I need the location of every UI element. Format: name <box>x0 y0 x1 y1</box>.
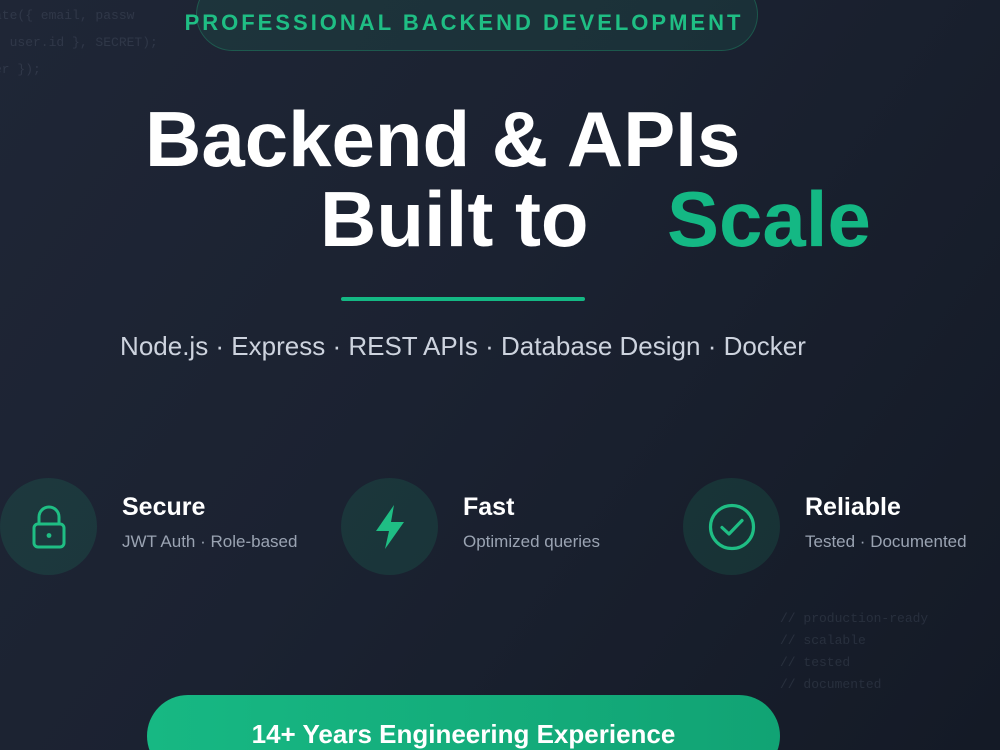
feature-subtitle: Optimized queries <box>463 532 601 551</box>
feature-subtitle: Tested · Documented <box>805 532 967 551</box>
background-code-bottom: // production-ready // scalable // teste… <box>780 608 928 696</box>
experience-cta-button[interactable]: 14+ Years Engineering Experience <box>147 695 780 750</box>
hero-title-line-1: Backend & APIs <box>145 95 741 183</box>
hero-title-accent: Scale <box>667 175 871 263</box>
lock-icon <box>0 478 97 575</box>
code-comment: // documented <box>780 677 882 692</box>
code-comment: // tested <box>780 655 851 670</box>
code-line: ; user.id }, SECRET); <box>0 35 158 50</box>
hero-title-line-2: Built to <box>320 175 589 263</box>
feature-title: Reliable <box>805 493 901 521</box>
badge-label: PROFESSIONAL BACKEND DEVELOPMENT <box>184 10 744 35</box>
code-comment: // production-ready <box>780 611 929 626</box>
feature-title: Secure <box>122 493 206 521</box>
code-comment: // scalable <box>780 633 866 648</box>
code-line: er }); <box>0 62 41 77</box>
lightning-icon <box>341 478 438 575</box>
feature-title: Fast <box>463 493 515 521</box>
cta-label: 14+ Years Engineering Experience <box>251 719 676 749</box>
tech-stack-list: Node.js · Express · REST APIs · Database… <box>120 331 806 361</box>
hero-divider <box>341 297 585 301</box>
check-circle-icon <box>683 478 780 575</box>
feature-subtitle: JWT Auth · Role-based <box>122 532 298 551</box>
